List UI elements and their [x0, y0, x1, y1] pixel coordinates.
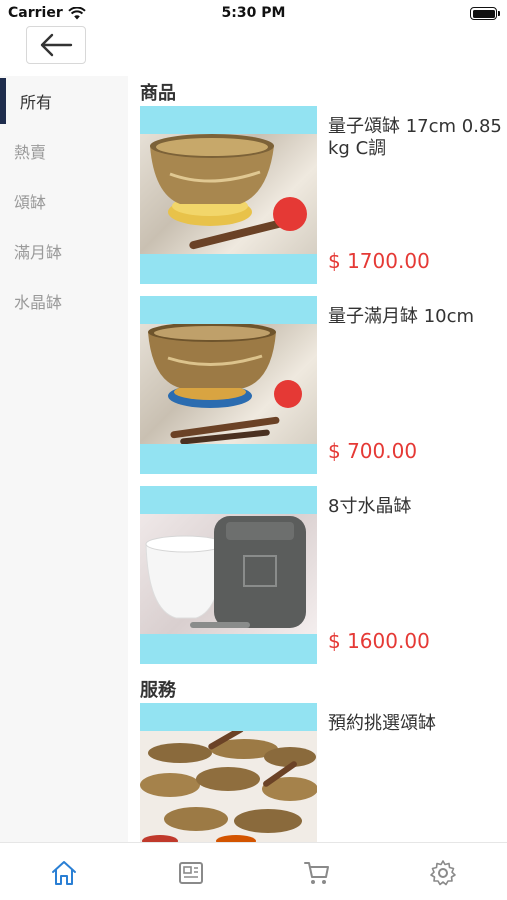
- back-button[interactable]: [26, 26, 86, 64]
- service-card[interactable]: 預約挑選頌缽: [140, 703, 507, 842]
- product-price: $ 700.00: [328, 439, 418, 463]
- product-name: 量子滿月缽 10cm: [328, 306, 475, 327]
- product-card[interactable]: 8寸水晶缽 $ 1600.00: [140, 486, 507, 664]
- news-icon: [179, 862, 203, 884]
- product-list: 商品 量子頌缽 17cm 0.85 kg C調 $ 1700.00 量子滿月缽 …: [128, 76, 507, 842]
- arrow-left-icon: [40, 33, 73, 57]
- section-title-products: 商品: [140, 83, 176, 104]
- sidebar-item-label: 所有: [20, 93, 53, 112]
- service-name: 預約挑選頌缽: [328, 713, 436, 734]
- product-price: $ 1600.00: [328, 629, 430, 653]
- status-bar: Carrier 5:30 PM: [0, 0, 507, 28]
- sidebar-item-label: 水晶缽: [14, 293, 63, 312]
- tab-news[interactable]: [171, 853, 211, 893]
- service-image: [140, 703, 317, 842]
- sidebar-item-crystal-bowl[interactable]: 水晶缽: [0, 276, 128, 326]
- sidebar-item-full-moon-bowl[interactable]: 滿月缽: [0, 226, 128, 276]
- product-card[interactable]: 量子頌缽 17cm 0.85 kg C調 $ 1700.00: [140, 106, 507, 284]
- sidebar-item-label: 頌缽: [14, 193, 47, 212]
- tab-settings[interactable]: [423, 853, 463, 893]
- sidebar-item-label: 滿月缽: [14, 243, 63, 262]
- sidebar-item-singing-bowl[interactable]: 頌缽: [0, 176, 128, 226]
- battery-icon: [470, 7, 500, 20]
- sidebar-item-hot[interactable]: 熱賣: [0, 126, 128, 176]
- sidebar-item-all[interactable]: 所有: [0, 76, 128, 126]
- sidebar-item-label: 熱賣: [14, 143, 47, 162]
- cart-icon: [304, 862, 329, 884]
- product-image: [140, 486, 317, 664]
- category-sidebar: 所有 熱賣 頌缽 滿月缽 水晶缽: [0, 76, 128, 842]
- status-time: 5:30 PM: [221, 5, 286, 21]
- tab-home[interactable]: [44, 853, 84, 893]
- tab-cart[interactable]: [297, 853, 337, 893]
- product-card[interactable]: 量子滿月缽 10cm $ 700.00: [140, 296, 507, 474]
- gear-icon: [430, 860, 456, 886]
- product-image: [140, 296, 317, 474]
- product-price: $ 1700.00: [328, 249, 430, 273]
- product-name: 8寸水晶缽: [328, 496, 412, 517]
- product-image: [140, 106, 317, 284]
- bottom-tab-bar: [0, 842, 507, 900]
- home-icon: [52, 861, 76, 885]
- section-title-services: 服務: [140, 680, 176, 701]
- product-name: 量子頌缽 17cm 0.85 kg C調: [328, 116, 502, 159]
